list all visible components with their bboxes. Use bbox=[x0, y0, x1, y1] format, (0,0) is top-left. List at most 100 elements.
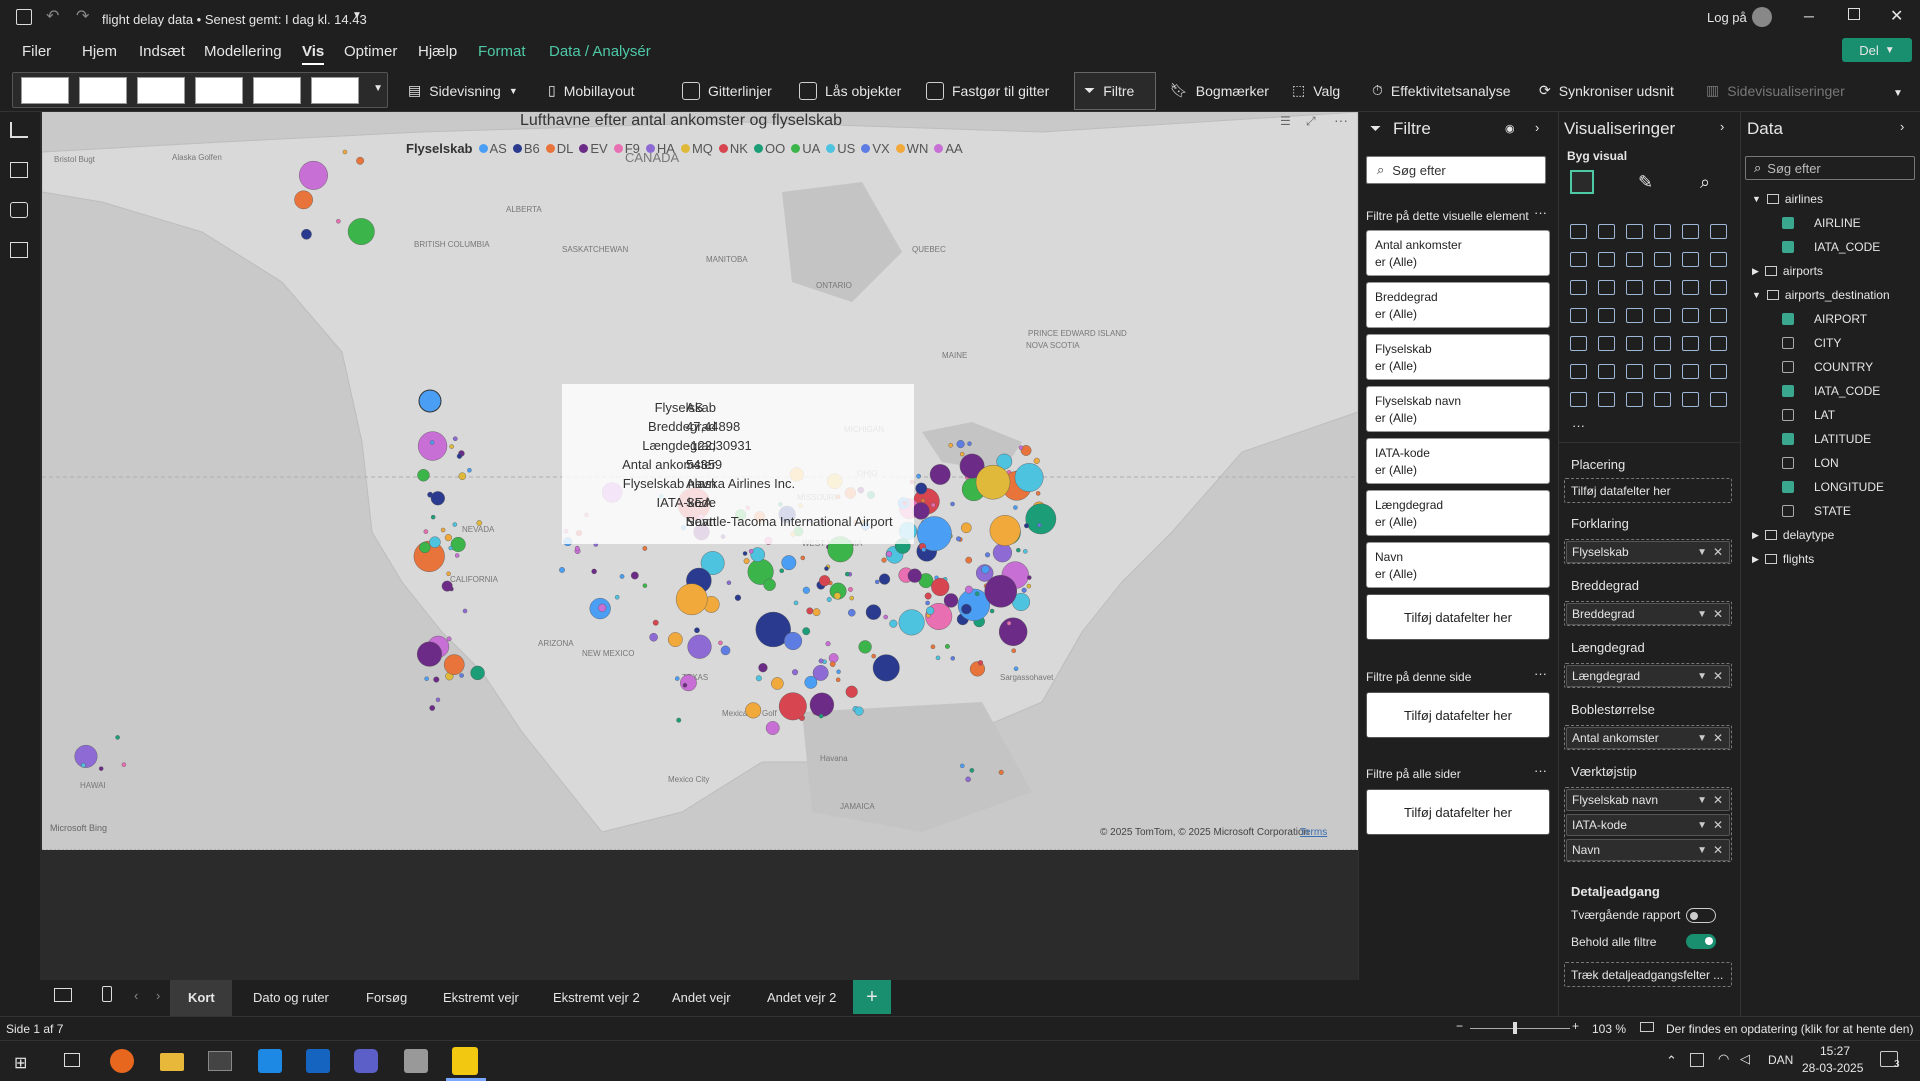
airport-bubble[interactable] bbox=[1011, 648, 1016, 653]
airport-bubble[interactable] bbox=[950, 656, 955, 661]
file-explorer-icon[interactable] bbox=[160, 1053, 184, 1071]
airport-bubble[interactable] bbox=[452, 436, 458, 442]
airport-bubble[interactable] bbox=[450, 536, 466, 552]
zoom-slider[interactable] bbox=[1470, 1028, 1570, 1029]
visual-type-icon[interactable] bbox=[1570, 392, 1587, 407]
airport-bubble[interactable] bbox=[1013, 505, 1018, 510]
airport-bubble[interactable] bbox=[930, 644, 936, 650]
airport-bubble[interactable] bbox=[1037, 522, 1042, 528]
airport-bubble[interactable] bbox=[920, 498, 926, 503]
airport-bubble[interactable] bbox=[935, 655, 941, 661]
tray-chevron-icon[interactable]: ⌃ bbox=[1666, 1053, 1677, 1069]
airport-bubble[interactable] bbox=[720, 645, 731, 656]
visual-type-icon[interactable] bbox=[1598, 392, 1615, 407]
field-node[interactable]: IATA_CODE bbox=[1782, 384, 1880, 398]
airport-bubble[interactable] bbox=[449, 444, 454, 449]
more-options-icon[interactable]: ··· bbox=[1534, 763, 1547, 778]
phone-layout-icon[interactable] bbox=[102, 986, 112, 1002]
airport-bubble[interactable] bbox=[883, 614, 888, 620]
airport-bubble[interactable] bbox=[430, 491, 445, 506]
field-navn[interactable]: Navn ▼ ✕ bbox=[1566, 839, 1730, 861]
airport-bubble[interactable] bbox=[865, 604, 882, 620]
field-node[interactable]: LAT bbox=[1782, 408, 1835, 422]
language-indicator[interactable]: DAN bbox=[1768, 1053, 1793, 1067]
snap-to-grid-toggle[interactable]: Fastgør til gitter bbox=[926, 82, 1049, 100]
airport-bubble[interactable] bbox=[848, 587, 853, 592]
airport-bubble[interactable] bbox=[984, 552, 991, 558]
airport-bubble[interactable] bbox=[652, 619, 659, 626]
airport-bubble[interactable] bbox=[424, 676, 429, 681]
more-options-icon[interactable]: ··· bbox=[1334, 112, 1348, 128]
legend-item[interactable]: B6 bbox=[512, 141, 540, 156]
visual-type-icon[interactable] bbox=[1570, 252, 1587, 267]
airport-bubble[interactable] bbox=[784, 631, 803, 651]
legend-item[interactable]: AA bbox=[934, 141, 963, 156]
outlook-icon[interactable] bbox=[306, 1049, 330, 1073]
airport-bubble[interactable] bbox=[1023, 549, 1028, 554]
theme-2[interactable] bbox=[79, 77, 127, 104]
airport-bubble[interactable] bbox=[929, 464, 951, 485]
desktop-layout-icon[interactable] bbox=[54, 988, 72, 1002]
filter-card[interactable]: Breddegrad er (Alle) bbox=[1366, 282, 1550, 328]
add-page-button[interactable]: + bbox=[853, 980, 891, 1014]
airport-bubble[interactable] bbox=[433, 676, 440, 683]
airport-bubble[interactable] bbox=[800, 555, 805, 561]
airport-bubble[interactable] bbox=[454, 553, 460, 558]
airport-bubble[interactable] bbox=[974, 591, 980, 597]
tray-app-icon[interactable] bbox=[1690, 1053, 1704, 1067]
airport-bubble[interactable] bbox=[299, 160, 328, 190]
visual-type-icon[interactable] bbox=[1682, 308, 1699, 323]
airport-bubble[interactable] bbox=[441, 580, 453, 592]
airport-bubble[interactable] bbox=[429, 440, 435, 445]
field-node[interactable]: AIRPORT bbox=[1782, 312, 1867, 326]
airport-bubble[interactable] bbox=[687, 634, 712, 659]
field-node[interactable]: CITY bbox=[1782, 336, 1841, 350]
airport-bubble[interactable] bbox=[444, 534, 452, 542]
build-visual-icon[interactable] bbox=[1570, 170, 1594, 194]
airport-bubble[interactable] bbox=[944, 643, 950, 649]
airport-bubble[interactable] bbox=[898, 609, 925, 636]
airport-bubble[interactable] bbox=[294, 190, 313, 210]
airport-bubble[interactable] bbox=[649, 632, 658, 642]
airport-bubble[interactable] bbox=[675, 676, 680, 681]
visual-type-icon[interactable] bbox=[1626, 224, 1643, 239]
visual-type-icon[interactable] bbox=[1570, 308, 1587, 323]
airport-bubble[interactable] bbox=[301, 228, 312, 240]
airport-bubble[interactable] bbox=[574, 545, 580, 551]
airport-bubble[interactable] bbox=[642, 583, 648, 588]
airport-bubble[interactable] bbox=[419, 541, 431, 554]
airport-bubble[interactable] bbox=[836, 669, 841, 674]
minimize-icon[interactable]: ─ bbox=[1804, 8, 1814, 24]
airport-bubble[interactable] bbox=[1013, 666, 1019, 672]
airport-bubble[interactable] bbox=[984, 574, 1018, 608]
update-notice[interactable]: Der findes en opdatering (klik for at he… bbox=[1666, 1022, 1913, 1036]
vscode-icon[interactable] bbox=[258, 1049, 282, 1073]
airport-bubble[interactable] bbox=[854, 706, 864, 716]
airport-bubble[interactable] bbox=[879, 573, 891, 585]
visual-type-icon[interactable] bbox=[1710, 280, 1727, 295]
airport-bubble[interactable] bbox=[1026, 583, 1032, 589]
gridlines-toggle[interactable]: Gitterlinjer bbox=[682, 82, 772, 100]
field-node[interactable]: IATA_CODE bbox=[1782, 240, 1880, 254]
airport-bubble[interactable] bbox=[943, 593, 959, 608]
airport-bubble[interactable] bbox=[443, 654, 465, 675]
visual-type-icon[interactable] bbox=[1598, 280, 1615, 295]
filters-visual-drop[interactable]: Tilføj datafelter her bbox=[1366, 594, 1550, 640]
airport-bubble[interactable] bbox=[743, 558, 750, 564]
airport-bubble[interactable] bbox=[452, 522, 458, 527]
airport-bubble[interactable] bbox=[446, 571, 451, 576]
cross-report-toggle[interactable] bbox=[1686, 908, 1716, 923]
airport-bubble-sea[interactable] bbox=[418, 389, 442, 413]
airport-bubble[interactable] bbox=[467, 468, 472, 473]
task-view-icon[interactable] bbox=[64, 1053, 80, 1067]
fit-page-icon[interactable] bbox=[1640, 1022, 1654, 1032]
legend-item[interactable]: HA bbox=[645, 141, 675, 156]
airport-bubble[interactable] bbox=[1018, 445, 1024, 450]
menu-filer[interactable]: Filer bbox=[22, 43, 51, 60]
close-icon[interactable]: ✕ bbox=[1890, 6, 1903, 26]
legend-item[interactable]: UA bbox=[791, 141, 820, 156]
bookmarks-button[interactable]: 🔖︎ Bogmærker bbox=[1170, 82, 1269, 99]
airport-bubble[interactable] bbox=[416, 641, 443, 667]
airport-bubble[interactable] bbox=[667, 632, 683, 647]
airport-bubble[interactable] bbox=[591, 568, 597, 575]
